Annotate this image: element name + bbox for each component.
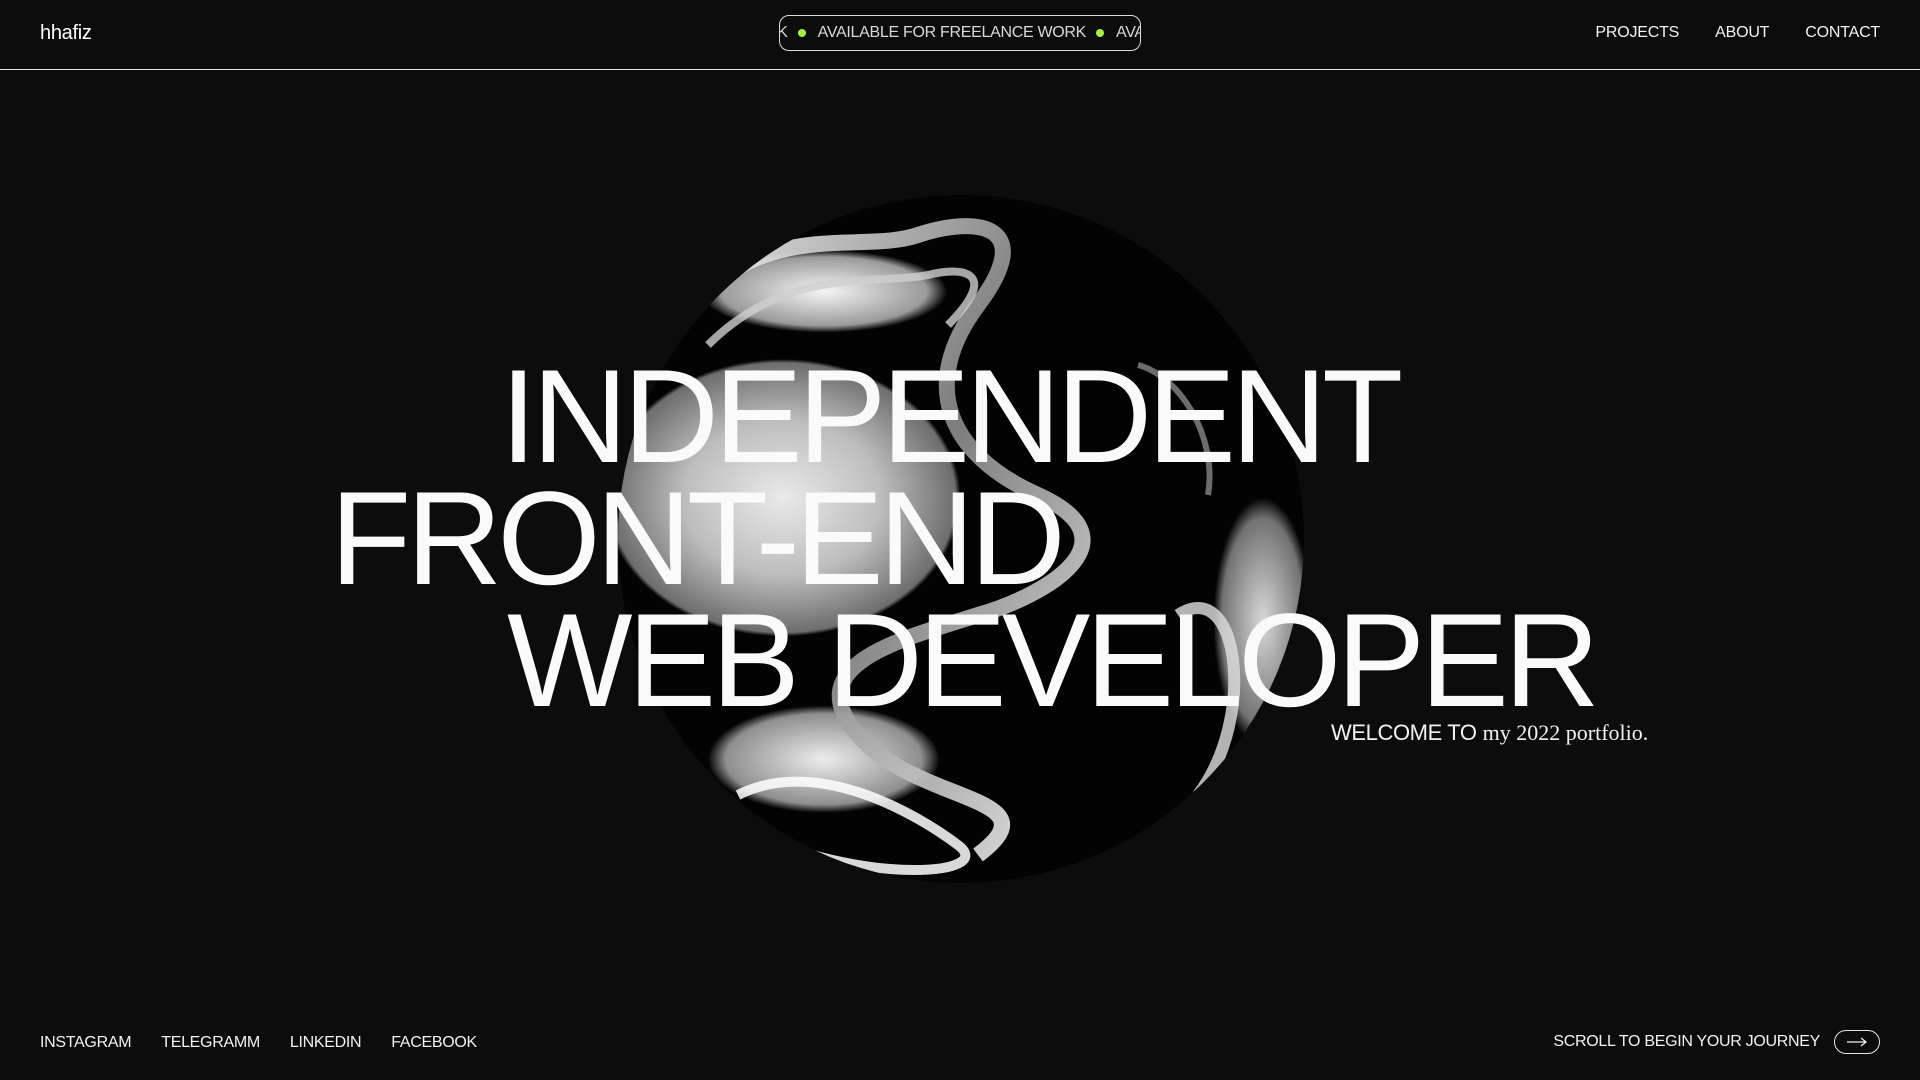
nav-link-contact[interactable]: CONTACT — [1805, 24, 1880, 42]
ticker-text: AVAILABLE FOR FREELANCE WORK — [817, 23, 1087, 41]
social-link-telegram[interactable]: TELEGRAMM — [161, 1034, 260, 1052]
ticker-item: AVAIL — [1116, 23, 1140, 42]
nav-link-about[interactable]: ABOUT — [1715, 24, 1769, 42]
scroll-arrow-button[interactable] — [1834, 1030, 1880, 1054]
ticker-text: AVAIL — [1116, 23, 1140, 41]
welcome-serif-text: my 2022 portfolio. — [1482, 720, 1649, 745]
welcome-tagline: WELCOME TO my 2022 portfolio. — [1331, 720, 1648, 746]
availability-ticker: RK AVAILABLE FOR FREELANCE WORK AVAIL — [779, 15, 1141, 51]
status-dot-icon — [1096, 28, 1105, 37]
ticker-track: RK AVAILABLE FOR FREELANCE WORK AVAIL — [780, 16, 1140, 49]
nav-link-projects[interactable]: PROJECTS — [1595, 24, 1679, 42]
social-link-facebook[interactable]: FACEBOOK — [391, 1034, 477, 1052]
social-link-linkedin[interactable]: LINKEDIN — [290, 1034, 362, 1052]
ticker-item: RK — [780, 24, 818, 42]
ticker-text: RK — [780, 24, 788, 42]
social-links: INSTAGRAM TELEGRAMM LINKEDIN FACEBOOK — [40, 1034, 477, 1052]
main-nav: PROJECTS ABOUT CONTACT — [1595, 24, 1880, 42]
headline-line: WEB DEVELOPER — [507, 587, 1600, 735]
logo[interactable]: hhafiz — [40, 22, 92, 45]
arrow-right-icon — [1847, 1037, 1868, 1047]
scroll-cta-label: SCROLL TO BEGIN YOUR JOURNEY — [1553, 1033, 1820, 1050]
scroll-cta[interactable]: SCROLL TO BEGIN YOUR JOURNEY — [1553, 1030, 1880, 1054]
status-dot-icon — [797, 28, 806, 37]
site-header: hhafiz RK AVAILABLE FOR FREELANCE WORK A… — [0, 0, 1920, 70]
welcome-upper-text: WELCOME TO — [1331, 720, 1477, 745]
ticker-item: AVAILABLE FOR FREELANCE WORK — [818, 24, 1116, 42]
social-link-instagram[interactable]: INSTAGRAM — [40, 1034, 132, 1052]
